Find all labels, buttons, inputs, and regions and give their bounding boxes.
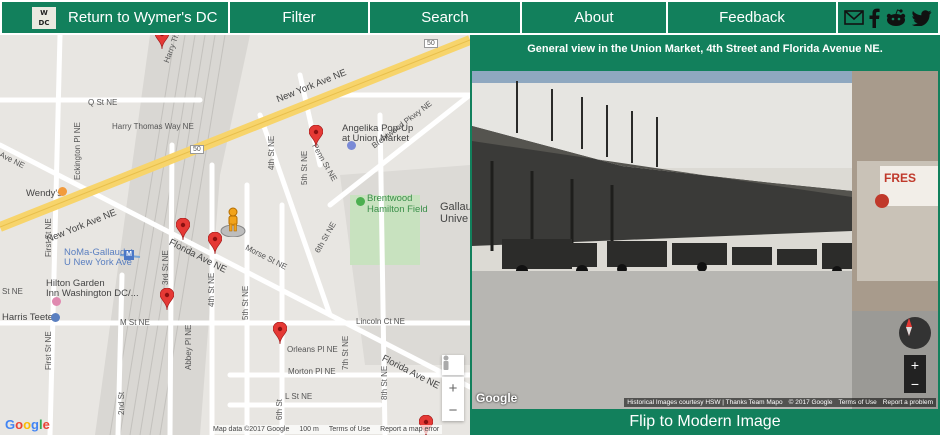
google-logo: Google bbox=[5, 417, 50, 432]
pegman-control[interactable] bbox=[442, 355, 464, 375]
place-hilton-2: Inn Washington DC/... bbox=[46, 288, 139, 299]
map-scale: 100 m bbox=[299, 426, 319, 433]
map-label-orleans: Orleans Pl NE bbox=[287, 345, 338, 354]
place-gallaudet: Gallau bbox=[440, 201, 470, 213]
map-label-7th: 7th St NE bbox=[341, 335, 350, 370]
sv-copyright: © 2017 Google bbox=[788, 399, 833, 406]
top-nav: W DC Return to Wymer's DC Filter Search … bbox=[0, 0, 940, 35]
route-50-shield: 50 bbox=[424, 39, 438, 48]
map-zoom-in-button[interactable]: + bbox=[442, 377, 464, 399]
about-label: About bbox=[574, 9, 614, 26]
about-button[interactable]: About bbox=[522, 2, 666, 33]
search-button[interactable]: Search bbox=[370, 2, 520, 33]
feedback-button[interactable]: Feedback bbox=[668, 2, 836, 33]
twitter-icon[interactable] bbox=[911, 9, 932, 26]
return-home-button[interactable]: W DC Return to Wymer's DC bbox=[2, 2, 228, 33]
shopping-icon bbox=[51, 313, 60, 322]
map-label-lincoln: Lincoln Ct NE bbox=[356, 317, 405, 326]
fresh-sign-text: FRES bbox=[884, 171, 917, 185]
map-label-m-st: M St NE bbox=[120, 318, 150, 327]
map-zoom-controls: + − bbox=[442, 377, 464, 421]
social-links bbox=[838, 2, 938, 33]
map-zoom-out-button[interactable]: − bbox=[442, 399, 464, 421]
map-marker-pin[interactable] bbox=[273, 322, 287, 344]
place-noma-2: U New York Ave bbox=[64, 257, 132, 268]
street-view-google-logo: Google bbox=[476, 391, 518, 405]
sv-report-link[interactable]: Report a problem bbox=[883, 399, 933, 406]
street-view-zoom-in-button[interactable]: + bbox=[904, 355, 926, 374]
photo-caption: General view in the Union Market, 4th St… bbox=[527, 43, 883, 55]
filter-label: Filter bbox=[282, 9, 316, 26]
place-hamilton: Hamilton Field bbox=[367, 204, 428, 215]
map-label-6th-lower: 6th St bbox=[275, 399, 284, 420]
place-wendys: Wendy's bbox=[26, 188, 62, 199]
map-data-credit: Map data ©2017 Google bbox=[213, 426, 290, 433]
metro-icon: M bbox=[124, 250, 134, 260]
wdc-logo: W DC bbox=[32, 6, 56, 29]
map-label-2nd: 2nd St bbox=[117, 391, 126, 415]
place-brentwood: Brentwood bbox=[367, 193, 413, 204]
map-label-8th: 8th St NE bbox=[380, 365, 389, 400]
sv-terms-link[interactable]: Terms of Use bbox=[838, 399, 876, 406]
map-terms-link[interactable]: Terms of Use bbox=[329, 426, 370, 433]
map-label-4th-upper: 4th St NE bbox=[267, 135, 276, 170]
map-label-first-2: First St NE bbox=[44, 331, 53, 370]
map-report-link[interactable]: Report a map error bbox=[380, 426, 439, 433]
reddit-icon[interactable] bbox=[885, 8, 907, 27]
street-view-footer: Historical Images courtesy HSW | Thanks … bbox=[624, 398, 936, 407]
map-label-harry-thomas: Harry Thomas Way NE bbox=[112, 122, 194, 131]
map-marker-pin[interactable] bbox=[160, 288, 174, 310]
feedback-label: Feedback bbox=[719, 9, 785, 26]
return-home-label: Return to Wymer's DC bbox=[68, 9, 218, 26]
map-label-q-st: Q St NE bbox=[88, 98, 118, 107]
route-50-shield-2: 50 bbox=[190, 145, 204, 154]
map-label-5th-upper: 5th St NE bbox=[300, 150, 309, 185]
map-label-first-1: First St NE bbox=[44, 218, 53, 257]
map-marker-pin[interactable] bbox=[155, 35, 169, 49]
map-label-morton: Morton Pl NE bbox=[288, 367, 336, 376]
restaurant-icon bbox=[58, 187, 67, 196]
logo-line-2: DC bbox=[38, 18, 50, 27]
map-panel[interactable]: Q St NE Harry Thomas Way NE Harry Thomas… bbox=[0, 35, 470, 435]
logo-line-1: W bbox=[40, 8, 48, 17]
map-label-5th-lower: 5th St NE bbox=[241, 285, 250, 320]
compass-icon[interactable] bbox=[899, 317, 931, 349]
email-icon[interactable] bbox=[844, 10, 865, 25]
place-harris-teeter: Harris Teeter bbox=[2, 312, 57, 323]
street-view-zoom-out-button[interactable]: − bbox=[904, 374, 926, 393]
map-label-abbey: Abbey Pl NE bbox=[184, 324, 193, 370]
map-label-st-ne: St NE bbox=[2, 287, 23, 296]
map-footer: Map data ©2017 Google 100 m Terms of Use… bbox=[210, 425, 443, 434]
photo-panel: General view in the Union Market, 4th St… bbox=[470, 35, 940, 435]
filter-button[interactable]: Filter bbox=[230, 2, 368, 33]
map-marker-pin[interactable] bbox=[309, 125, 323, 147]
search-label: Search bbox=[421, 9, 469, 26]
historical-photo bbox=[472, 71, 938, 409]
place-gallaudet-2: Unive bbox=[440, 213, 469, 225]
street-view-zoom-controls: + − bbox=[904, 355, 926, 393]
hotel-icon bbox=[52, 297, 61, 306]
cinema-icon bbox=[347, 141, 356, 150]
facebook-icon[interactable] bbox=[869, 8, 880, 28]
map-marker-pin[interactable] bbox=[176, 218, 190, 240]
map-label-4th-lower: 4th St NE bbox=[207, 272, 216, 307]
street-view-viewer[interactable]: FRES + − Google Historical Images courte… bbox=[472, 71, 938, 409]
park-icon bbox=[356, 197, 365, 206]
map-label-l-st: L St NE bbox=[285, 392, 313, 401]
map-label-eckington: Eckington Pl NE bbox=[73, 122, 82, 180]
map-label-3rd: 3rd St NE bbox=[161, 250, 170, 285]
street-view-pegman-icon[interactable] bbox=[220, 207, 246, 237]
pegman-icon bbox=[443, 355, 449, 370]
flip-to-modern-button[interactable]: Flip to Modern Image bbox=[470, 409, 940, 435]
sv-credit-link[interactable]: Historical Images courtesy HSW | Thanks … bbox=[627, 399, 782, 406]
